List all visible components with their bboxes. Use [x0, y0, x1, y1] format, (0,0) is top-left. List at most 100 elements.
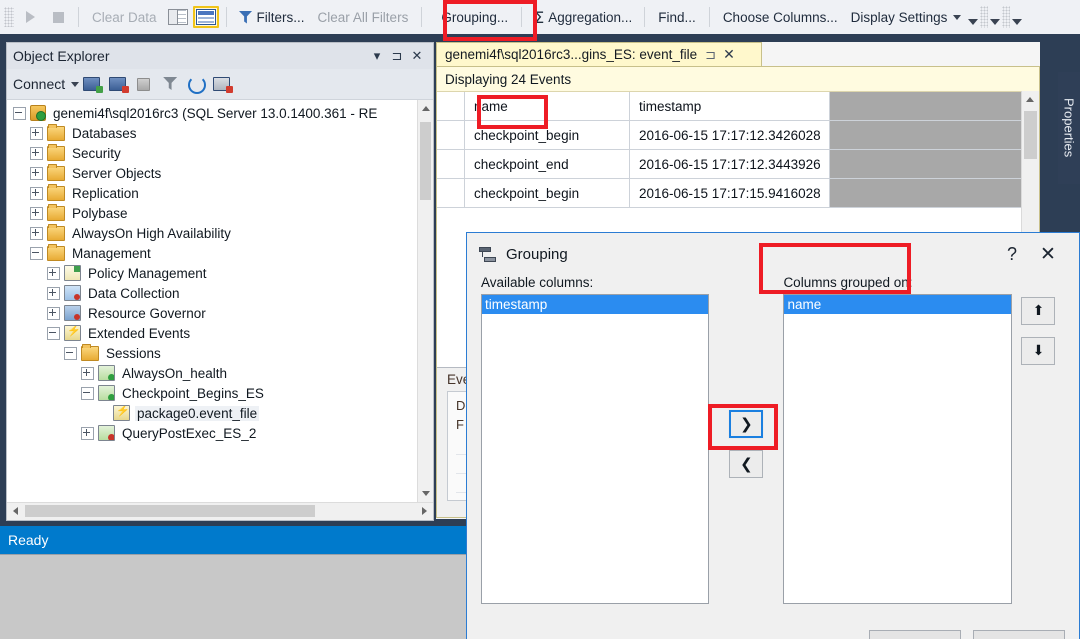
collapse-icon[interactable] — [30, 247, 43, 260]
scrollbar-thumb[interactable] — [1024, 111, 1037, 159]
ok-button[interactable]: OK — [869, 630, 961, 639]
script-button[interactable] — [211, 74, 233, 94]
table-row[interactable]: checkpoint_begin2016-06-15 17:17:15.9416… — [437, 179, 1039, 208]
dialog-titlebar[interactable]: Grouping ? ✕ — [467, 233, 1079, 275]
clear-data-button[interactable]: Clear Data — [85, 7, 164, 28]
display-settings-button[interactable]: Display Settings — [845, 8, 968, 27]
row-selector-cell[interactable] — [437, 92, 465, 120]
chevron-down-icon[interactable]: ▾ — [367, 48, 387, 64]
expand-icon[interactable] — [30, 187, 43, 200]
tree-node[interactable]: Resource Governor — [7, 303, 433, 323]
expand-icon[interactable] — [30, 207, 43, 220]
tree-node[interactable]: Sessions — [7, 343, 433, 363]
expand-icon[interactable] — [47, 307, 60, 320]
move-down-button[interactable]: ⬇ — [1021, 337, 1055, 365]
grouping-button[interactable]: Grouping... — [434, 7, 515, 28]
column-header[interactable]: name — [465, 92, 630, 120]
collapse-icon[interactable] — [81, 387, 94, 400]
tree-node[interactable]: Checkpoint_Begins_ES — [7, 383, 433, 403]
move-up-button[interactable]: ⬆ — [1021, 297, 1055, 325]
toolbar-grip[interactable] — [1002, 6, 1010, 28]
tree-node[interactable]: AlwaysOn High Availability — [7, 223, 433, 243]
scrollbar-thumb[interactable] — [420, 122, 431, 200]
close-button[interactable]: ✕ — [1029, 243, 1067, 266]
row-selector-cell[interactable] — [437, 179, 465, 207]
tree-node[interactable]: Data Collection — [7, 283, 433, 303]
toolbar-grip[interactable] — [4, 7, 14, 27]
collapse-icon[interactable] — [64, 347, 77, 360]
object-explorer-tree[interactable]: genemi4f\sql2016rc3 (SQL Server 13.0.140… — [7, 100, 433, 502]
play-button[interactable] — [17, 4, 43, 30]
tree-node[interactable]: Databases — [7, 123, 433, 143]
expand-icon[interactable] — [81, 367, 94, 380]
toolbar-overflow-button[interactable] — [989, 6, 1001, 28]
collapse-icon[interactable] — [47, 327, 60, 340]
choose-columns-button[interactable]: Choose Columns... — [716, 7, 845, 28]
properties-tab[interactable]: Properties — [1058, 72, 1080, 184]
row-selector-cell[interactable] — [437, 150, 465, 178]
toolbar-grip[interactable] — [980, 6, 988, 28]
expand-icon[interactable] — [30, 167, 43, 180]
list-item[interactable]: name — [784, 295, 1010, 314]
expand-icon[interactable] — [47, 287, 60, 300]
refresh-button[interactable] — [185, 74, 207, 94]
expand-icon[interactable] — [30, 147, 43, 160]
grid-view-button[interactable] — [165, 4, 191, 30]
tree-node[interactable]: Policy Management — [7, 263, 433, 283]
scrollbar-thumb[interactable] — [25, 505, 315, 517]
scroll-right-arrow-icon[interactable] — [416, 503, 433, 519]
expand-icon[interactable] — [47, 267, 60, 280]
scroll-up-arrow-icon[interactable] — [418, 100, 433, 117]
help-button[interactable]: ? — [995, 244, 1029, 265]
filter-button[interactable] — [159, 74, 181, 94]
stacked-view-button[interactable] — [193, 4, 219, 30]
table-row[interactable]: checkpoint_begin2016-06-15 17:17:12.3426… — [437, 121, 1039, 150]
events-grid[interactable]: nametimestampcheckpoint_begin2016-06-15 … — [437, 92, 1039, 208]
move-left-button[interactable]: ❮ — [729, 450, 763, 478]
tree-node[interactable]: AlwaysOn_health — [7, 363, 433, 383]
available-columns-listbox[interactable]: timestamp — [481, 294, 709, 604]
script-icon — [213, 77, 230, 91]
expand-icon[interactable] — [81, 427, 94, 440]
stop-button[interactable] — [45, 4, 71, 30]
tree-node[interactable]: Polybase — [7, 203, 433, 223]
expand-icon[interactable] — [30, 227, 43, 240]
collapse-icon[interactable] — [13, 107, 26, 120]
close-icon[interactable]: ✕ — [723, 46, 735, 63]
aggregation-button[interactable]: Σ Aggregation... — [528, 6, 638, 29]
clear-all-filters-button[interactable]: Clear All Filters — [311, 7, 416, 28]
scroll-up-arrow-icon[interactable] — [1022, 91, 1037, 108]
tree-node[interactable]: Security — [7, 143, 433, 163]
tree-node[interactable]: Server Objects — [7, 163, 433, 183]
tree-node[interactable]: QueryPostExec_ES_2 — [7, 423, 433, 443]
expand-icon[interactable] — [30, 127, 43, 140]
tree-node[interactable]: Replication — [7, 183, 433, 203]
grouped-columns-listbox[interactable]: name — [783, 294, 1011, 604]
disconnect-server-button[interactable] — [107, 74, 129, 94]
pin-icon[interactable]: ⊐ — [705, 47, 716, 63]
connect-button[interactable]: Connect — [13, 76, 79, 92]
tree-node[interactable]: genemi4f\sql2016rc3 (SQL Server 13.0.140… — [7, 103, 433, 123]
table-row[interactable]: checkpoint_end2016-06-15 17:17:12.344392… — [437, 150, 1039, 179]
tree-node[interactable]: Management — [7, 243, 433, 263]
cancel-button[interactable]: Cancel — [973, 630, 1065, 639]
document-tab[interactable]: genemi4f\sql2016rc3...gins_ES: event_fil… — [436, 42, 762, 66]
toolbar-overflow-button[interactable] — [1011, 6, 1023, 28]
tree-node[interactable]: Extended Events — [7, 323, 433, 343]
scroll-left-arrow-icon[interactable] — [7, 503, 24, 519]
row-selector-cell[interactable] — [437, 121, 465, 149]
tree-node[interactable]: package0.event_file — [7, 403, 433, 423]
connect-server-button[interactable] — [81, 74, 103, 94]
toolbar-overflow-button[interactable] — [967, 6, 979, 28]
column-header[interactable]: timestamp — [630, 92, 830, 120]
find-button[interactable]: Find... — [651, 7, 703, 28]
tree-vertical-scrollbar[interactable] — [417, 100, 433, 502]
list-item[interactable]: timestamp — [482, 295, 708, 314]
close-icon[interactable]: ✕ — [407, 48, 427, 64]
stop-button[interactable] — [133, 74, 155, 94]
move-right-button[interactable]: ❯ — [729, 410, 763, 438]
scroll-down-arrow-icon[interactable] — [418, 485, 433, 502]
filters-button[interactable]: Filters... — [233, 8, 311, 27]
tree-horizontal-scrollbar[interactable] — [7, 502, 433, 520]
pin-icon[interactable]: ⊐ — [387, 48, 407, 64]
